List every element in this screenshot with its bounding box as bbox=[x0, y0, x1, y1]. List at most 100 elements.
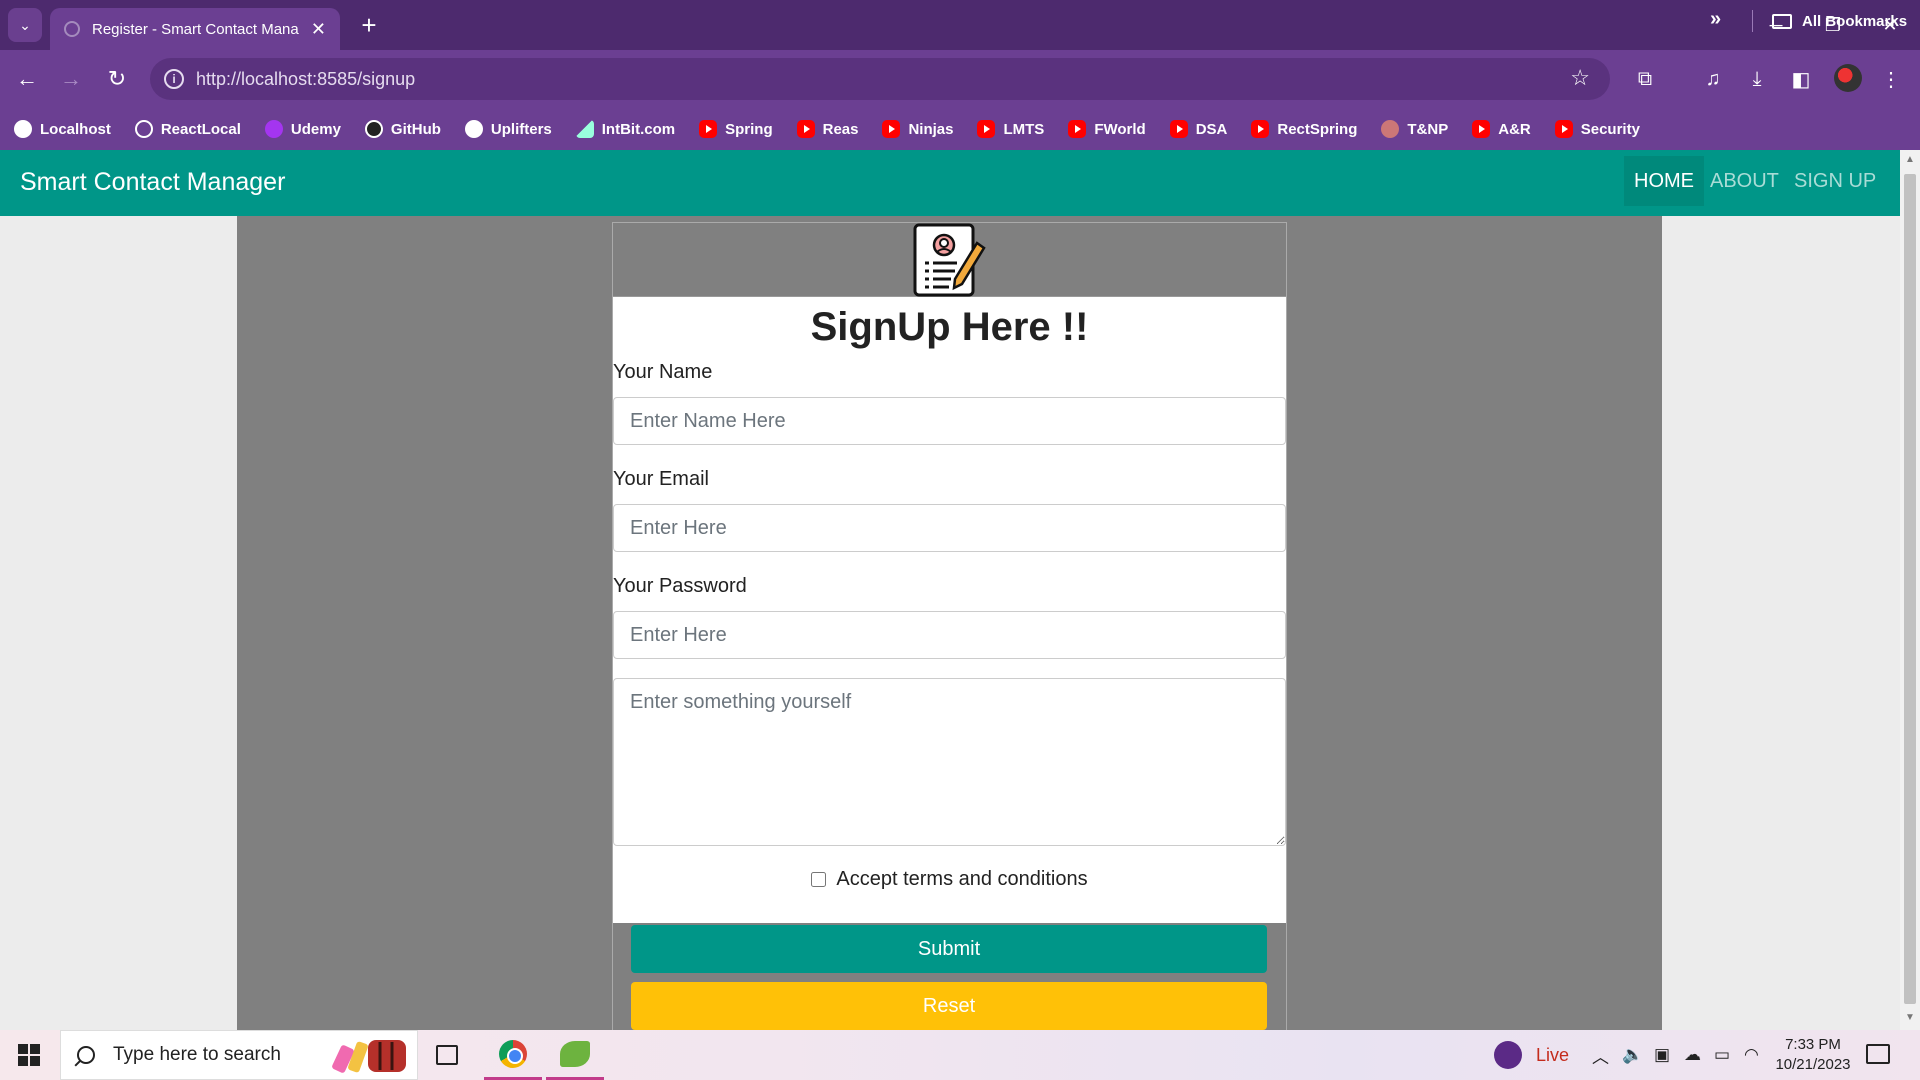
spring-leaf-icon bbox=[560, 1040, 590, 1067]
bookmark-label: LMTS bbox=[1003, 120, 1045, 138]
bookmark-item[interactable]: Reas bbox=[796, 120, 859, 138]
youtube-icon bbox=[1554, 120, 1573, 138]
brand-link[interactable]: Smart Contact Manager bbox=[20, 168, 285, 197]
github-icon bbox=[364, 120, 383, 138]
extensions-icon[interactable]: ⧉ bbox=[1630, 64, 1660, 94]
address-bar[interactable]: i http://localhost:8585/signup ☆ bbox=[150, 58, 1610, 100]
bookmark-item[interactable]: GitHub bbox=[364, 120, 441, 138]
all-bookmarks-button[interactable]: All Bookmarks bbox=[1772, 0, 1907, 42]
bookmark-item[interactable]: Spring bbox=[699, 120, 773, 138]
password-label: Your Password bbox=[613, 575, 747, 597]
react-icon bbox=[134, 120, 153, 138]
live-icon bbox=[1494, 1041, 1522, 1069]
nav-about[interactable]: ABOUT bbox=[1700, 156, 1789, 206]
reset-button[interactable]: Reset bbox=[631, 982, 1267, 1030]
youtube-icon bbox=[1169, 120, 1188, 138]
search-icon bbox=[77, 1046, 95, 1064]
task-view-button[interactable] bbox=[418, 1030, 476, 1080]
wifi-icon[interactable]: ◠ bbox=[1744, 1030, 1759, 1080]
nav-home[interactable]: HOME bbox=[1624, 156, 1704, 206]
youtube-icon bbox=[1472, 120, 1491, 138]
mountain-icon bbox=[575, 120, 594, 138]
taskbar-spring-tool[interactable] bbox=[546, 1030, 604, 1080]
name-input[interactable] bbox=[613, 397, 1286, 445]
bookmark-label: A&R bbox=[1498, 120, 1531, 138]
bookmark-star-icon[interactable]: ☆ bbox=[1570, 65, 1590, 91]
globe-icon bbox=[14, 120, 32, 138]
page-scrollbar[interactable]: ▲ ▼ bbox=[1900, 150, 1920, 1030]
new-tab-button[interactable]: + bbox=[354, 10, 384, 41]
profile-avatar[interactable] bbox=[1834, 64, 1862, 92]
onedrive-icon[interactable]: ☁ bbox=[1684, 1030, 1701, 1080]
tab-close-icon[interactable]: ✕ bbox=[311, 19, 326, 40]
bookmark-item[interactable]: RectSpring bbox=[1251, 120, 1357, 138]
password-input[interactable] bbox=[613, 611, 1286, 659]
bookmarks-overflow-icon[interactable]: » bbox=[1710, 8, 1721, 31]
bookmark-item[interactable]: T&NP bbox=[1381, 120, 1448, 138]
bookmark-label: GitHub bbox=[390, 120, 441, 138]
bookmark-label: RectSpring bbox=[1277, 120, 1358, 138]
all-bookmarks-label: All Bookmarks bbox=[1802, 12, 1908, 30]
side-panel-icon[interactable]: ◧ bbox=[1786, 64, 1816, 94]
bookmark-label: Reas bbox=[822, 120, 859, 138]
bookmark-item[interactable]: DSA bbox=[1169, 120, 1227, 138]
windows-start-icon[interactable] bbox=[18, 1044, 40, 1066]
signup-form-icon bbox=[913, 223, 986, 297]
live-widget[interactable]: Live bbox=[1494, 1030, 1569, 1080]
taskbar: Type here to search Live ︿ 🔈 ▣ ☁ ▭ ◠ 7:3… bbox=[0, 1030, 1920, 1080]
bookmark-item[interactable]: Udemy bbox=[264, 120, 341, 138]
forward-icon[interactable]: → bbox=[54, 62, 88, 96]
taskbar-chrome[interactable] bbox=[484, 1030, 542, 1080]
signup-card: SignUp Here !! Your Name Your Email Your… bbox=[612, 222, 1287, 1030]
bookmark-item[interactable]: FWorld bbox=[1068, 120, 1146, 138]
youtube-icon bbox=[1068, 120, 1087, 138]
youtube-icon bbox=[699, 120, 718, 138]
media-control-icon[interactable]: ♫ bbox=[1698, 64, 1728, 94]
tab-bar: ⌄ Register - Smart Contact Mana ✕ + ─ ❐ … bbox=[0, 0, 1920, 50]
tab-search-button[interactable]: ⌄ bbox=[8, 8, 42, 42]
reload-icon[interactable]: ↻ bbox=[100, 62, 134, 96]
bookmark-item[interactable]: ReactLocal bbox=[134, 120, 241, 138]
globe-icon bbox=[464, 120, 483, 138]
back-icon[interactable]: ← bbox=[10, 62, 44, 96]
battery-icon[interactable]: ▭ bbox=[1714, 1030, 1730, 1080]
bookmark-item[interactable]: IntBit.com bbox=[575, 120, 675, 138]
page-title: SignUp Here !! bbox=[810, 305, 1089, 349]
bookmark-item[interactable]: A&R bbox=[1472, 120, 1531, 138]
bookmark-item[interactable]: LMTS bbox=[977, 120, 1044, 138]
tnp-icon bbox=[1381, 120, 1400, 138]
button-area: Submit Reset bbox=[613, 923, 1286, 1030]
terms-checkbox[interactable] bbox=[811, 872, 827, 887]
site-info-icon[interactable]: i bbox=[164, 69, 184, 89]
bookmark-item[interactable]: Ninjas bbox=[882, 120, 953, 138]
email-label: Your Email bbox=[613, 468, 709, 490]
bookmark-item[interactable]: Localhost bbox=[14, 120, 111, 138]
udemy-icon bbox=[264, 120, 283, 138]
menu-icon[interactable]: ⋮ bbox=[1876, 64, 1906, 94]
download-icon[interactable]: ⤓ bbox=[1742, 64, 1772, 94]
folder-icon bbox=[1772, 13, 1792, 29]
about-textarea[interactable] bbox=[613, 678, 1286, 846]
email-input[interactable] bbox=[613, 504, 1286, 552]
scrollbar-thumb[interactable] bbox=[1904, 174, 1916, 1004]
bookmark-label: Localhost bbox=[40, 120, 111, 138]
terms-row: Accept terms and conditions bbox=[613, 868, 1286, 891]
youtube-icon bbox=[977, 120, 996, 138]
meet-icon[interactable]: ▣ bbox=[1654, 1030, 1670, 1080]
volume-icon[interactable]: 🔈 bbox=[1622, 1030, 1643, 1080]
bookmark-item[interactable]: Uplifters bbox=[464, 120, 552, 138]
submit-button[interactable]: Submit bbox=[631, 925, 1267, 973]
tray-chevron-icon[interactable]: ︿ bbox=[1592, 1030, 1609, 1080]
youtube-icon bbox=[1251, 120, 1270, 138]
clock[interactable]: 7:33 PM 10/21/2023 bbox=[1772, 1035, 1854, 1075]
bookmark-item[interactable]: Security bbox=[1554, 120, 1640, 138]
notification-icon[interactable] bbox=[1866, 1044, 1890, 1064]
scroll-up-icon[interactable]: ▲ bbox=[1905, 154, 1915, 165]
nav-signup[interactable]: SIGN UP bbox=[1784, 156, 1886, 206]
chrome-icon bbox=[499, 1039, 527, 1068]
scroll-down-icon[interactable]: ▼ bbox=[1905, 1012, 1915, 1023]
bookmarks-bar: Localhost ReactLocal Udemy GitHub Uplifters I… bbox=[0, 108, 1920, 150]
live-label: Live bbox=[1536, 1044, 1570, 1065]
tab-register[interactable]: Register - Smart Contact Mana ✕ bbox=[50, 8, 340, 50]
youtube-icon bbox=[882, 120, 901, 138]
